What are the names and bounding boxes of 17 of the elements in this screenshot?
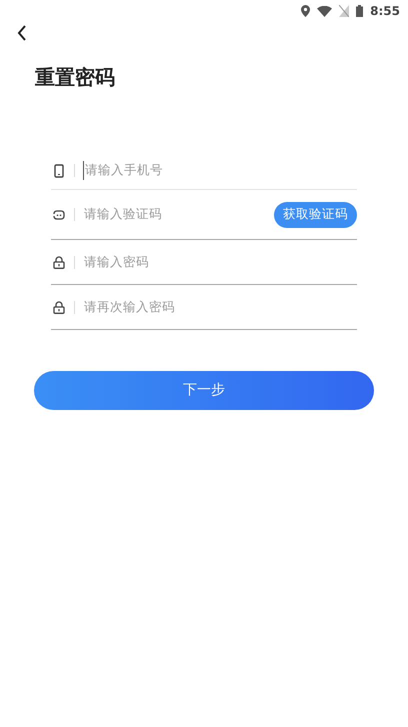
no-signal-icon — [339, 5, 350, 17]
input-field[interactable]: 请输入密码 — [83, 252, 357, 272]
status-time: 8:55 — [370, 3, 400, 20]
location-icon — [301, 5, 310, 17]
input-field[interactable]: 请输入验证码 — [83, 205, 274, 224]
message-icon — [53, 210, 65, 220]
get-code-button[interactable]: 获取验证码 — [274, 202, 357, 228]
wifi-icon — [317, 6, 332, 16]
next-button[interactable]: 下一步 — [34, 371, 374, 410]
input-field[interactable]: 请再次输入密码 — [83, 298, 357, 316]
page-title: 重置密码 — [35, 67, 116, 87]
lock-icon — [53, 256, 65, 268]
back-icon[interactable] — [17, 25, 27, 41]
phone-icon — [54, 164, 64, 178]
input-field[interactable]: 请输入手机号 — [83, 161, 357, 180]
lock-icon — [53, 300, 65, 314]
battery-icon — [356, 5, 364, 17]
